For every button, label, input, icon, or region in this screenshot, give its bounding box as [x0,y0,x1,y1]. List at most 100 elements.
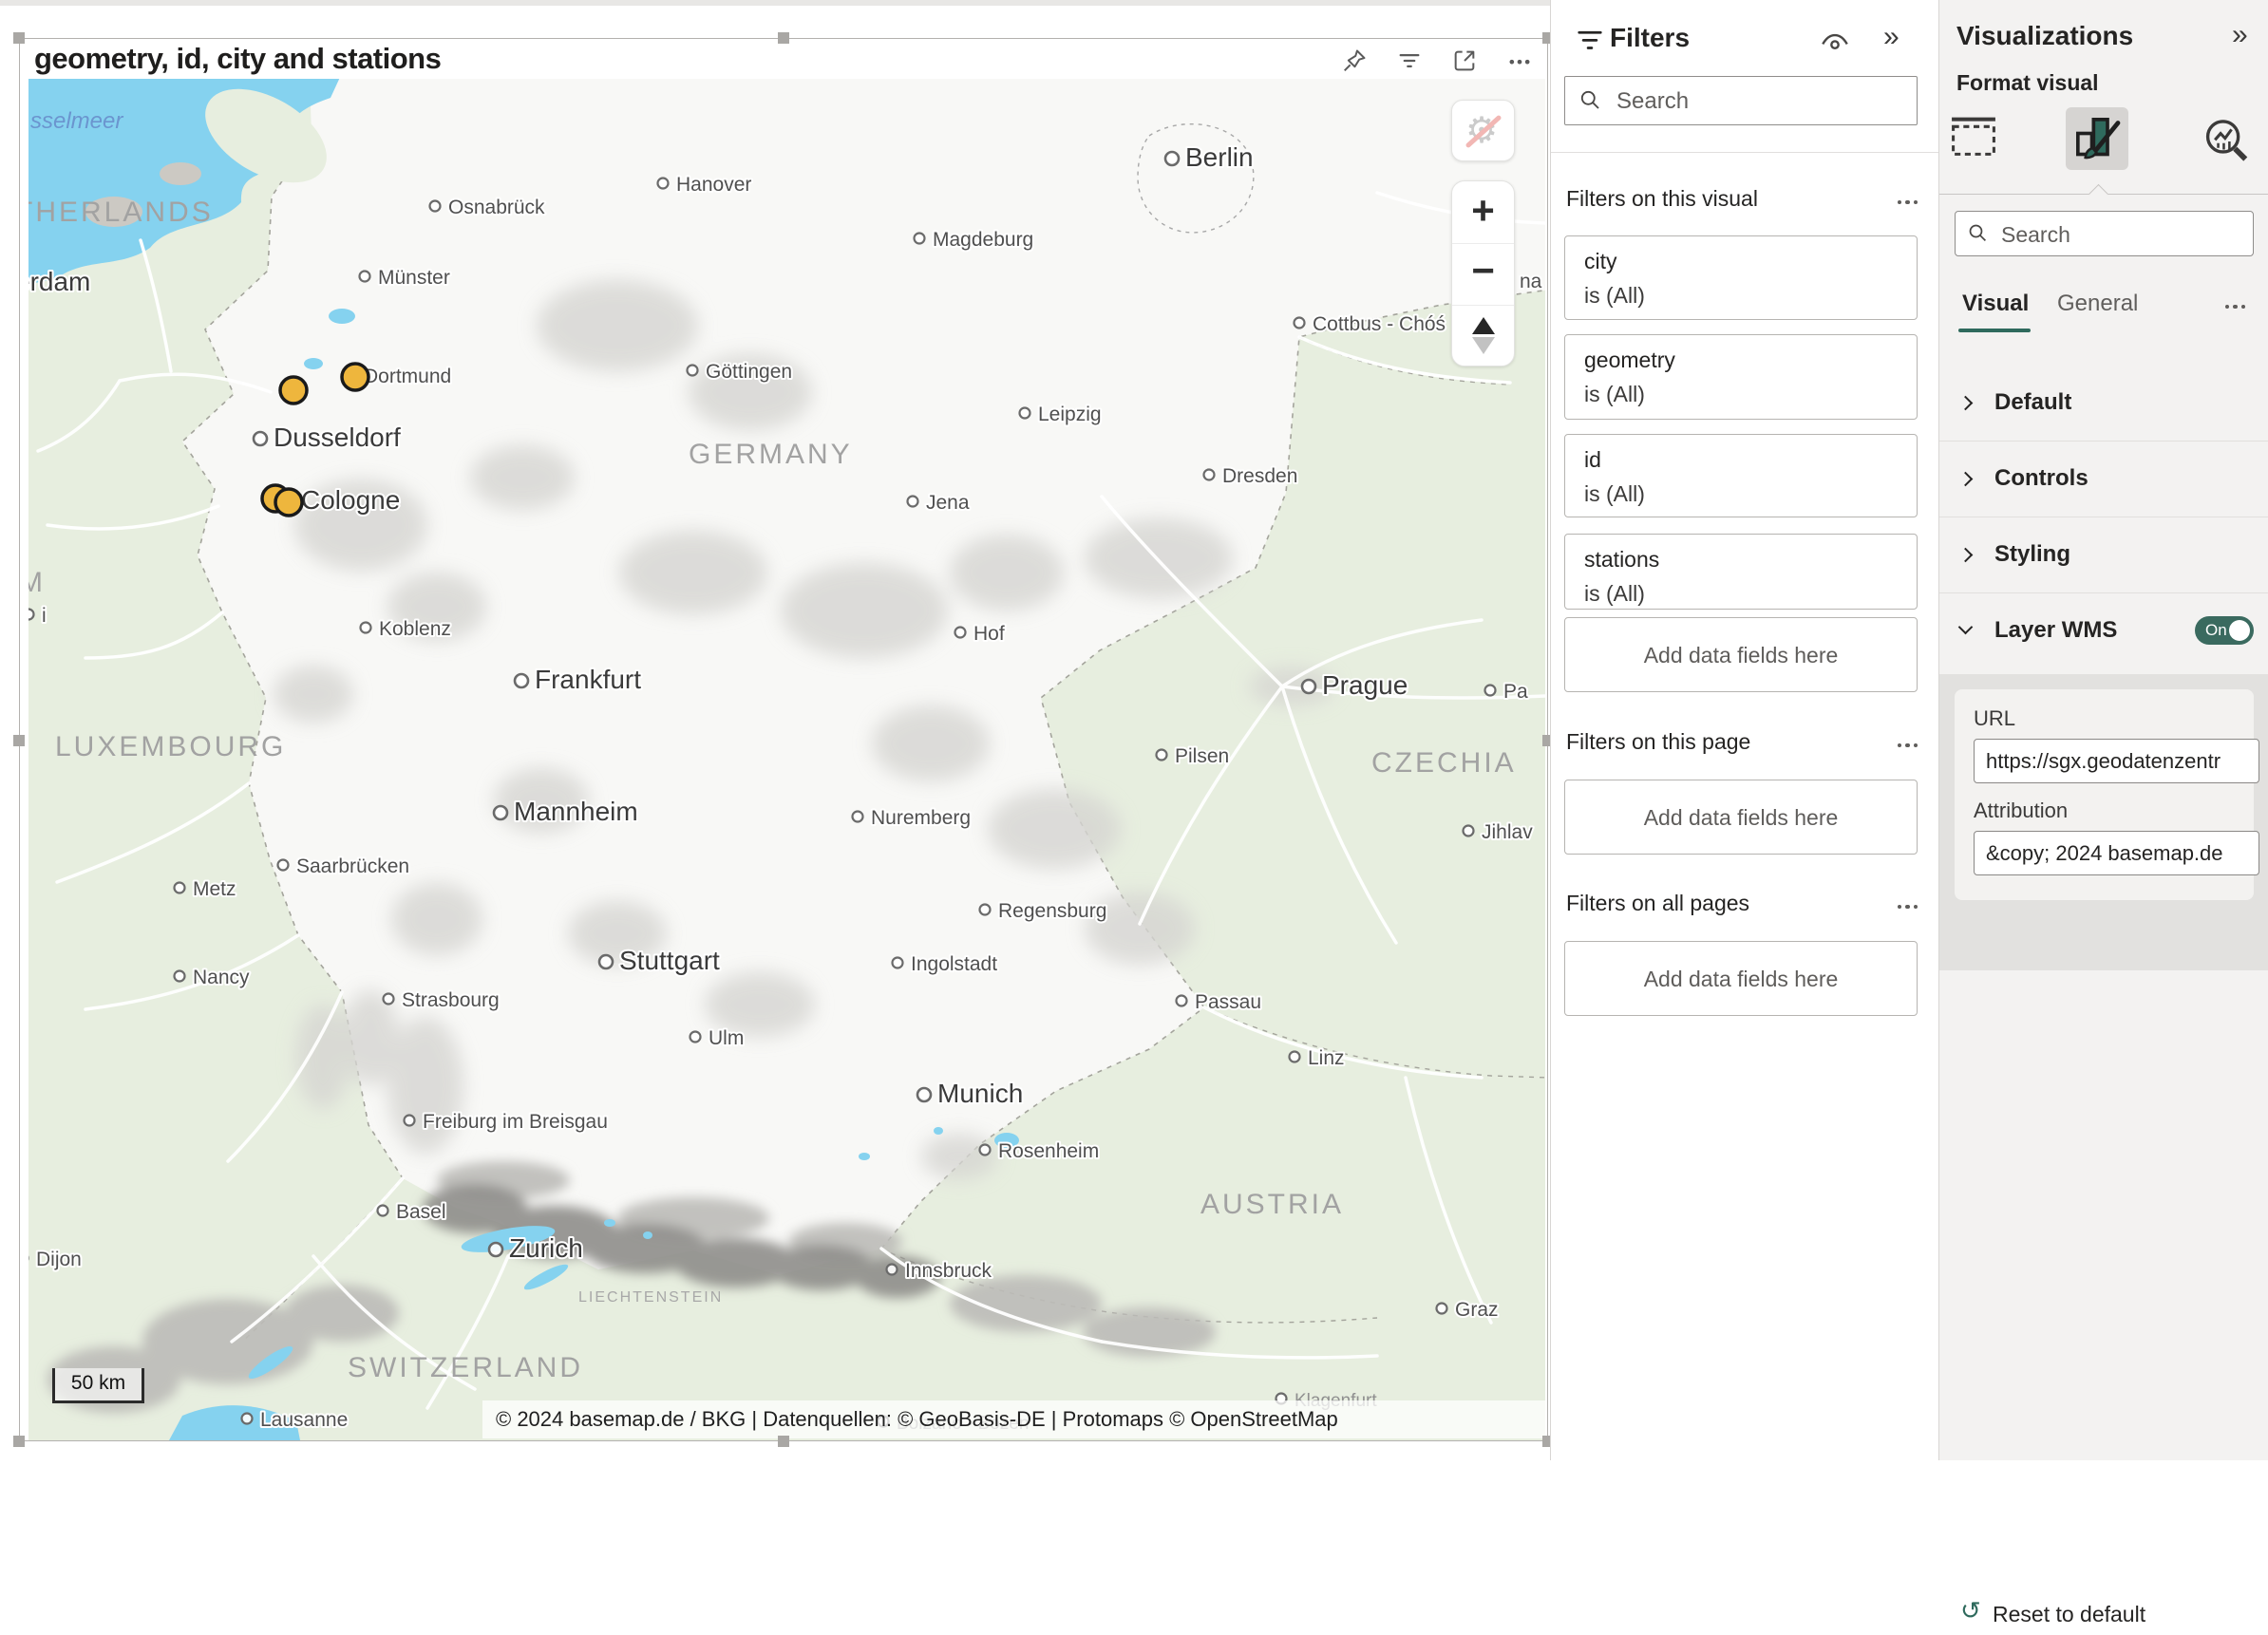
map-zoom-control[interactable]: + − [1451,180,1515,366]
city-marker [887,1265,898,1275]
map-label: Graz [1455,1299,1499,1321]
zoom-out-button[interactable]: − [1452,243,1514,305]
tabs-more-options-icon[interactable] [2221,298,2246,315]
visualizations-pane-title: Visualizations [1956,21,2133,51]
zoom-in-button[interactable]: + [1452,181,1514,243]
section-controls[interactable]: Controls [1939,442,2268,517]
city-marker [278,860,289,871]
section-layer-wms[interactable]: Layer WMS On [1939,593,2268,674]
reset-icon: ↺ [1960,1599,1981,1624]
pitch-control[interactable] [1452,305,1514,366]
attribution-label: Attribution [1974,799,2235,823]
attribution-input[interactable] [1974,831,2259,875]
station-data-point[interactable] [342,364,369,390]
map-label: Leipzig [1038,404,1102,425]
section-label: Controls [1994,465,2088,492]
reset-label: Reset to default [1993,1602,2145,1627]
map-label: Munich [937,1079,1023,1108]
focus-mode-icon[interactable] [1451,47,1478,74]
map-label: SWITZERLAND [348,1352,583,1383]
add-data-fields-dropzone[interactable]: Add data fields here [1564,780,1918,855]
map-label: Pilsen [1175,745,1229,767]
more-options-icon[interactable] [1506,47,1533,74]
resize-handle-left-mid[interactable] [13,735,25,746]
map-label: Frankfurt [535,665,641,694]
map-label: Rosenheim [998,1140,1099,1162]
section-more-options-icon[interactable] [1894,898,1918,915]
filter-icon[interactable] [1396,47,1423,74]
city-marker [1437,1304,1447,1314]
eye-icon[interactable] [1819,28,1851,62]
layer-wms-toggle[interactable]: On [2195,616,2254,645]
resize-handle-bottom-mid[interactable] [778,1436,789,1447]
map-label: Dresden [1222,465,1297,487]
tab-general[interactable]: General [2057,291,2138,317]
resize-handle-bottom-left[interactable] [13,1436,25,1447]
resize-handle-top-left[interactable] [13,32,25,44]
city-marker [175,971,185,982]
search-icon [1967,222,1990,245]
filters-search-box[interactable] [1564,76,1918,125]
station-data-point[interactable] [275,489,302,516]
city-marker [28,610,34,620]
filter-condition: is (All) [1584,283,1898,309]
city-marker [494,806,507,819]
map-label: Koblenz [379,618,451,640]
filters-section-title: Filters on all pages [1566,891,1749,916]
filters-section-title: Filters on this visual [1566,186,1758,212]
analytics-icon[interactable] [2201,116,2254,169]
map-label: AUSTRIA [1200,1189,1344,1220]
map-label: Magdeburg [933,229,1033,251]
map-label: Lausanne [260,1409,348,1431]
layer-wms-settings-block: URL Attribution ↺ Reset to default [1939,674,2268,970]
pitch-up-icon [1472,317,1495,334]
visual-title: geometry, id, city and stations [34,42,441,76]
chevron-right-icon [1958,472,1974,487]
map-label: THERLANDS [28,197,214,228]
map-label: na [1520,271,1542,292]
city-marker [853,812,863,822]
city-marker [1204,470,1215,480]
format-visual-icon [2066,107,2128,170]
filter-card-geometry[interactable]: geometry is (All) [1564,334,1918,420]
city-marker [1302,680,1315,693]
chevron-right-icon [1958,548,1974,563]
section-more-options-icon[interactable] [1894,194,1918,211]
city-marker [599,955,613,968]
collapse-visualizations-pane-icon[interactable]: » [2232,21,2248,49]
map-label: Ulm [709,1027,744,1049]
search-icon [1578,88,1603,113]
filter-field-name: geometry [1584,348,1898,373]
divider-notch [2088,184,2108,204]
section-more-options-icon[interactable] [1894,737,1918,754]
tab-visual[interactable]: Visual [1962,291,2029,317]
divider [1551,152,1939,153]
map-label: Nancy [193,967,250,988]
add-data-fields-dropzone[interactable]: Add data fields here [1564,617,1918,692]
filter-condition: is (All) [1584,382,1898,407]
map-visual[interactable]: sselmeerTHERLANDSerdamMinaOsnabrückHanov… [28,79,1545,1440]
collapse-filters-pane-icon[interactable]: » [1883,23,1899,51]
build-visual-icon[interactable] [1949,114,2002,167]
filters-search-input[interactable] [1615,83,1903,121]
city-marker [175,883,185,893]
format-search-box[interactable] [1955,211,2254,256]
resize-handle-top-mid[interactable] [778,32,789,44]
map-label: Dortmund [364,366,451,387]
basemap-germany[interactable]: sselmeerTHERLANDSerdamMinaOsnabrückHanov… [28,79,1545,1440]
filter-card-city[interactable]: city is (All) [1564,235,1918,320]
url-input[interactable] [1974,739,2259,783]
filter-card-stations[interactable]: stations is (All) [1564,534,1918,610]
filter-card-id[interactable]: id is (All) [1564,434,1918,517]
format-search-input[interactable] [1999,216,2240,253]
reset-to-default-button[interactable]: ↺ Reset to default [1939,1593,2268,1635]
pin-icon[interactable] [1341,47,1368,74]
format-visual-tab-selected[interactable] [2066,107,2128,170]
section-default[interactable]: Default [1939,366,2268,442]
active-tab-underline [1958,329,2031,332]
add-data-fields-dropzone[interactable]: Add data fields here [1564,941,1918,1016]
station-data-point[interactable] [280,377,307,404]
map-settings-button[interactable]: ⚙ [1451,100,1515,161]
section-styling[interactable]: Styling [1939,517,2268,593]
city-marker [1464,826,1474,836]
